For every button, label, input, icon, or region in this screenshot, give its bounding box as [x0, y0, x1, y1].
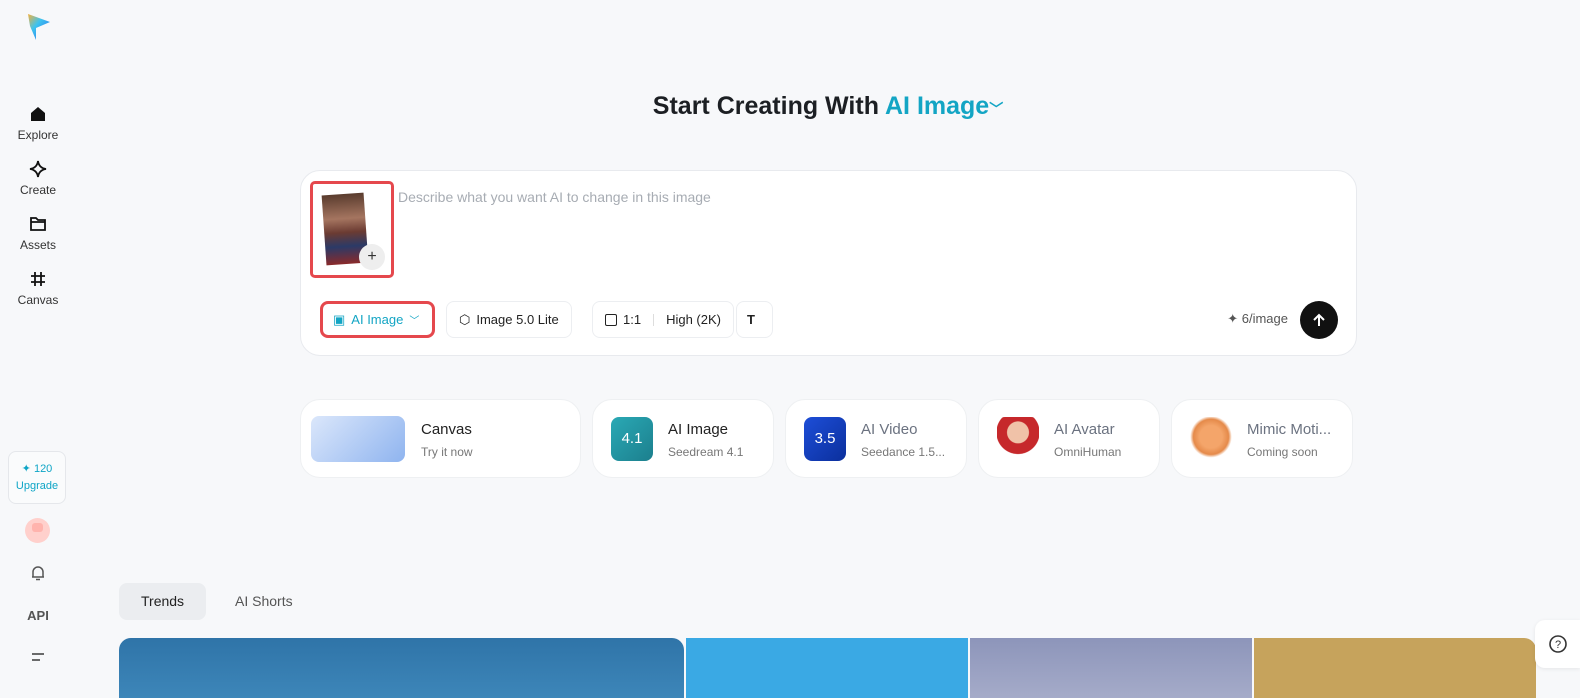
- mode-select[interactable]: ▣ AI Image ﹀: [320, 301, 435, 338]
- card-title: Canvas: [421, 421, 472, 438]
- sidebar-item-label: Canvas: [17, 293, 59, 307]
- tab-trends[interactable]: Trends: [119, 583, 207, 620]
- square-icon: [605, 313, 617, 326]
- title-prefix: Start Creating With: [652, 92, 879, 120]
- sidebar-item-label: Explore: [17, 128, 59, 142]
- card-subtitle: Seedance 1.5...: [861, 445, 946, 459]
- frame-icon: [31, 272, 45, 286]
- card-title: AI Image: [668, 421, 729, 438]
- divider: [653, 313, 655, 326]
- card-title: Mimic Moti...: [1247, 421, 1332, 438]
- model-select[interactable]: ⬡ Image 5.0 Lite: [446, 301, 572, 338]
- text-icon: T: [747, 312, 755, 327]
- card-subtitle: Seedream 4.1: [668, 445, 744, 459]
- card-title: AI Video: [861, 421, 918, 438]
- add-image-button[interactable]: +: [359, 244, 385, 270]
- chevron-down-icon: ﹀: [989, 101, 1004, 117]
- title-accent: AI Image: [885, 92, 990, 120]
- card-canvas[interactable]: Canvas Try it now: [300, 399, 581, 478]
- quality-label: High (2K): [666, 312, 721, 327]
- mode-label: AI Image: [351, 312, 404, 327]
- model-label: Image 5.0 Lite: [476, 312, 559, 327]
- card-ai-image[interactable]: 4.1 AI Image Seedream 4.1: [592, 399, 774, 478]
- ratio-label: 1:1: [623, 312, 642, 327]
- app-logo[interactable]: [22, 12, 52, 42]
- svg-text:?: ?: [1554, 639, 1560, 651]
- sidebar-item-label: Create: [19, 183, 57, 197]
- gallery-item[interactable]: [119, 638, 684, 698]
- cost-label: 6/image: [1241, 311, 1288, 326]
- card-subtitle: Try it now: [421, 445, 473, 459]
- avatar[interactable]: [25, 518, 50, 543]
- sidebar-item-label: Assets: [19, 238, 56, 252]
- upgrade-button[interactable]: ✦ 120 Upgrade: [8, 451, 66, 504]
- seedream-badge: 4.1: [611, 417, 653, 461]
- card-mimic-motion[interactable]: Mimic Moti... Coming soon: [1171, 399, 1353, 478]
- prompt-input[interactable]: [398, 189, 1298, 205]
- sidebar-item-create[interactable]: Create: [0, 159, 76, 197]
- api-link[interactable]: API: [0, 608, 76, 623]
- card-ai-avatar[interactable]: AI Avatar OmniHuman: [978, 399, 1160, 478]
- sparkle-icon: [29, 160, 47, 178]
- question-icon: ?: [1548, 635, 1567, 653]
- chevron-down-icon: ﹀: [409, 316, 420, 327]
- seedance-badge: 3.5: [804, 417, 846, 461]
- card-title: AI Avatar: [1054, 421, 1115, 438]
- avatar-thumbnail: [997, 417, 1039, 461]
- bell-icon[interactable]: [0, 564, 76, 587]
- reference-image[interactable]: +: [310, 181, 394, 278]
- sidebar-item-assets[interactable]: Assets: [0, 214, 76, 252]
- card-ai-video[interactable]: 3.5 AI Video Seedance 1.5...: [785, 399, 967, 478]
- gallery-item[interactable]: [970, 638, 1252, 698]
- card-subtitle: OmniHuman: [1054, 445, 1122, 459]
- text-style-button[interactable]: T: [736, 301, 773, 338]
- sidebar-item-canvas[interactable]: Canvas: [0, 269, 76, 307]
- cost-indicator: ✦ 6/image: [1227, 311, 1288, 326]
- image-icon: ▣: [333, 311, 346, 327]
- mimic-thumbnail: [1190, 417, 1232, 461]
- gallery-item[interactable]: [1254, 638, 1536, 698]
- folder-icon: [30, 217, 46, 231]
- page-title: Start Creating With AI Image﹀: [0, 92, 1580, 121]
- mode-dropdown[interactable]: AI Image﹀: [885, 92, 1003, 120]
- tab-ai-shorts[interactable]: AI Shorts: [213, 583, 315, 620]
- ratio-quality-select[interactable]: 1:1 High (2K): [592, 301, 734, 338]
- cube-icon: ⬡: [459, 311, 471, 327]
- prompt-composer: + ▣ AI Image ﹀ ⬡ Image 5.0 Lite 1:1 High…: [300, 170, 1357, 356]
- gallery-item[interactable]: [686, 638, 968, 698]
- card-subtitle: Coming soon: [1247, 445, 1318, 459]
- send-button[interactable]: [1300, 301, 1338, 339]
- help-button[interactable]: ?: [1535, 620, 1580, 668]
- arrow-up-icon: [1313, 313, 1325, 326]
- pegasus-thumbnail: [311, 416, 405, 462]
- upgrade-label: Upgrade: [15, 480, 59, 492]
- menu-icon[interactable]: [0, 650, 76, 669]
- credits-count: ✦ 120: [21, 463, 53, 475]
